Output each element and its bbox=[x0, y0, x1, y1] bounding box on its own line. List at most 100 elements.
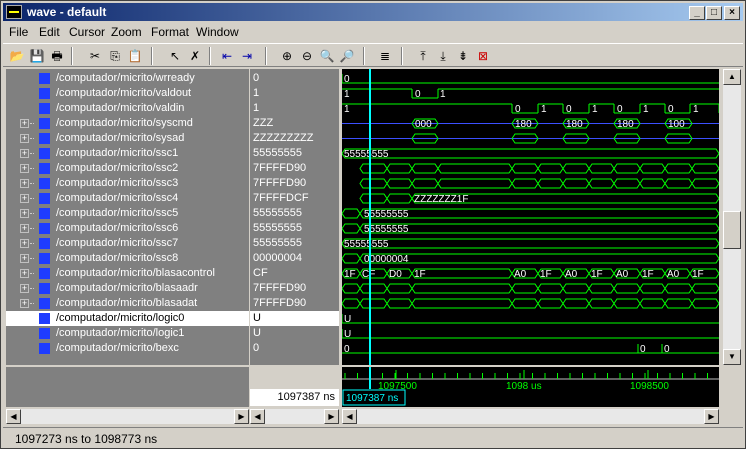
expand-icon[interactable]: + bbox=[20, 209, 34, 218]
close-button[interactable]: × bbox=[724, 6, 740, 20]
signal-row[interactable]: + /computador/micrito/ssc5 bbox=[6, 206, 249, 221]
zoom-out-icon[interactable]: ⊖ bbox=[297, 46, 317, 66]
value-row[interactable]: ZZZZZZZZZ bbox=[250, 131, 339, 146]
expand-icon[interactable]: + bbox=[20, 254, 34, 263]
expand-icon[interactable]: + bbox=[20, 239, 34, 248]
signal-row[interactable]: + /computador/micrito/ssc8 bbox=[6, 251, 249, 266]
wave-hscrollbar[interactable]: ◀ ▶ bbox=[342, 409, 719, 424]
signal-row[interactable]: /computador/micrito/logic1 bbox=[6, 326, 249, 341]
edge-left-icon[interactable]: ⤒ bbox=[413, 46, 433, 66]
value-row[interactable]: 0 bbox=[250, 71, 339, 86]
signal-row[interactable]: + /computador/micrito/blasaadr bbox=[6, 281, 249, 296]
value-scroll-left[interactable]: ◀ bbox=[250, 409, 265, 424]
time-axis-canvas[interactable]: 1097500 1098 us 10985001097387 ns bbox=[342, 367, 719, 407]
signal-row[interactable]: /computador/micrito/valdout bbox=[6, 86, 249, 101]
format-icon[interactable]: ≣ bbox=[375, 46, 395, 66]
value-row[interactable]: 7FFFFD90 bbox=[250, 296, 339, 311]
menu-zoom[interactable]: Zoom bbox=[111, 25, 142, 39]
value-row[interactable]: 1 bbox=[250, 86, 339, 101]
signal-row[interactable]: + /computador/micrito/ssc4 bbox=[6, 191, 249, 206]
save-icon[interactable]: 💾 bbox=[27, 46, 47, 66]
expand-icon[interactable]: + bbox=[20, 149, 34, 158]
scroll-up-button[interactable]: ▲ bbox=[723, 69, 741, 85]
scroll-down-button[interactable]: ▼ bbox=[723, 349, 741, 365]
vertical-scrollbar[interactable]: ▲ ▼ bbox=[723, 69, 741, 365]
expand-icon[interactable]: + bbox=[20, 194, 34, 203]
waveform-pane[interactable]: 0 1 0 1 1 0 1 0 1 0 1 0 1 000 180 180 180 100 55555555 ZZZZ… bbox=[342, 69, 719, 365]
signal-row[interactable]: + /computador/micrito/syscmd bbox=[6, 116, 249, 131]
value-row[interactable]: ZZZ bbox=[250, 116, 339, 131]
signal-row[interactable]: + /computador/micrito/blasacontrol bbox=[6, 266, 249, 281]
zoom-in-icon[interactable]: ⊕ bbox=[277, 46, 297, 66]
select-icon[interactable]: ↖ bbox=[165, 46, 185, 66]
signal-row[interactable]: /computador/micrito/wrready bbox=[6, 71, 249, 86]
expand-icon[interactable]: + bbox=[20, 224, 34, 233]
wave-scroll-left[interactable]: ◀ bbox=[342, 409, 357, 424]
menu-edit[interactable]: Edit bbox=[39, 25, 60, 39]
menu-window[interactable]: Window bbox=[196, 25, 239, 39]
menu-format[interactable]: Format bbox=[151, 25, 189, 39]
value-row[interactable]: 55555555 bbox=[250, 236, 339, 251]
value-row[interactable]: 7FFFFDCF bbox=[250, 191, 339, 206]
value-row[interactable]: 55555555 bbox=[250, 206, 339, 221]
expand-icon[interactable]: + bbox=[20, 134, 34, 143]
value-hscrollbar[interactable]: ◀ ▶ bbox=[250, 409, 339, 424]
value-row[interactable]: 55555555 bbox=[250, 221, 339, 236]
menu-cursor[interactable]: Cursor bbox=[69, 25, 105, 39]
signal-row[interactable]: /computador/micrito/bexc bbox=[6, 341, 249, 356]
minimize-button[interactable]: _ bbox=[689, 6, 705, 20]
maximize-button[interactable]: □ bbox=[706, 6, 722, 20]
time-axis[interactable]: 1097500 1098 us 1098500 1097387 ns bbox=[342, 367, 719, 407]
cursor-right-icon[interactable]: ⇥ bbox=[237, 46, 257, 66]
vertical-scroll-thumb[interactable] bbox=[723, 211, 741, 249]
expand-icon[interactable]: + bbox=[20, 119, 34, 128]
value-row[interactable]: 55555555 bbox=[250, 146, 339, 161]
signal-row[interactable]: + /computador/micrito/ssc2 bbox=[6, 161, 249, 176]
waveform-canvas[interactable]: 01 0 11 0 1 0 1 0 1 0 1000 180 180 180 10055555555ZZZZ… bbox=[342, 69, 719, 365]
zoom-full-icon[interactable]: 🔍 bbox=[317, 46, 337, 66]
name-scroll-right[interactable]: ▶ bbox=[234, 409, 249, 424]
expand-icon[interactable]: + bbox=[20, 179, 34, 188]
signal-row[interactable]: + /computador/micrito/ssc1 bbox=[6, 146, 249, 161]
signal-row[interactable]: + /computador/micrito/ssc7 bbox=[6, 236, 249, 251]
clear-icon[interactable]: ⊠ bbox=[473, 46, 493, 66]
signal-name-pane[interactable]: /computador/micrito/wrready/computador/m… bbox=[6, 69, 249, 365]
delete-icon[interactable]: ✗ bbox=[185, 46, 205, 66]
expand-icon[interactable]: + bbox=[20, 284, 34, 293]
print-icon[interactable]: 🖶 bbox=[47, 46, 67, 66]
find-icon[interactable]: ⇟ bbox=[453, 46, 473, 66]
signal-value-pane[interactable]: 0 1 1 ZZZ ZZZZZZZZZ 55555555 7FFFFD90 7FFFFD90 7… bbox=[250, 69, 339, 365]
signal-row[interactable]: + /computador/micrito/ssc6 bbox=[6, 221, 249, 236]
wave-scroll-right[interactable]: ▶ bbox=[704, 409, 719, 424]
expand-icon[interactable]: + bbox=[20, 299, 34, 308]
value-row[interactable]: U bbox=[250, 326, 339, 341]
signal-row[interactable]: + /computador/micrito/sysad bbox=[6, 131, 249, 146]
value-row[interactable]: 1 bbox=[250, 101, 339, 116]
edge-right-icon[interactable]: ⤓ bbox=[433, 46, 453, 66]
value-row[interactable]: 00000004 bbox=[250, 251, 339, 266]
copy-icon[interactable]: ⎘ bbox=[105, 46, 125, 66]
value-row[interactable]: 7FFFFD90 bbox=[250, 176, 339, 191]
signal-row[interactable]: /computador/micrito/logic0 bbox=[6, 311, 249, 326]
name-hscrollbar[interactable]: ◀ ▶ bbox=[6, 409, 249, 424]
value-scroll-right[interactable]: ▶ bbox=[324, 409, 339, 424]
zoom-cursor-icon[interactable]: 🔎 bbox=[337, 46, 357, 66]
signal-row[interactable]: + /computador/micrito/ssc3 bbox=[6, 176, 249, 191]
value-row[interactable]: 0 bbox=[250, 341, 339, 356]
value-row[interactable]: 7FFFFD90 bbox=[250, 161, 339, 176]
paste-icon[interactable]: 📋 bbox=[125, 46, 145, 66]
expand-icon[interactable]: + bbox=[20, 269, 34, 278]
name-scroll-left[interactable]: ◀ bbox=[6, 409, 21, 424]
title-bar[interactable]: wave - default _ □ × bbox=[3, 3, 743, 21]
open-icon[interactable]: 📂 bbox=[7, 46, 27, 66]
menu-file[interactable]: File bbox=[9, 25, 28, 39]
value-row[interactable]: U bbox=[250, 311, 339, 326]
expand-icon[interactable]: + bbox=[20, 164, 34, 173]
cursor-left-icon[interactable]: ⇤ bbox=[217, 46, 237, 66]
cut-icon[interactable]: ✂ bbox=[85, 46, 105, 66]
value-row[interactable]: CF bbox=[250, 266, 339, 281]
blasa-segment bbox=[342, 283, 361, 294]
value-row[interactable]: 7FFFFD90 bbox=[250, 281, 339, 296]
signal-row[interactable]: + /computador/micrito/blasadat bbox=[6, 296, 249, 311]
signal-row[interactable]: /computador/micrito/valdin bbox=[6, 101, 249, 116]
